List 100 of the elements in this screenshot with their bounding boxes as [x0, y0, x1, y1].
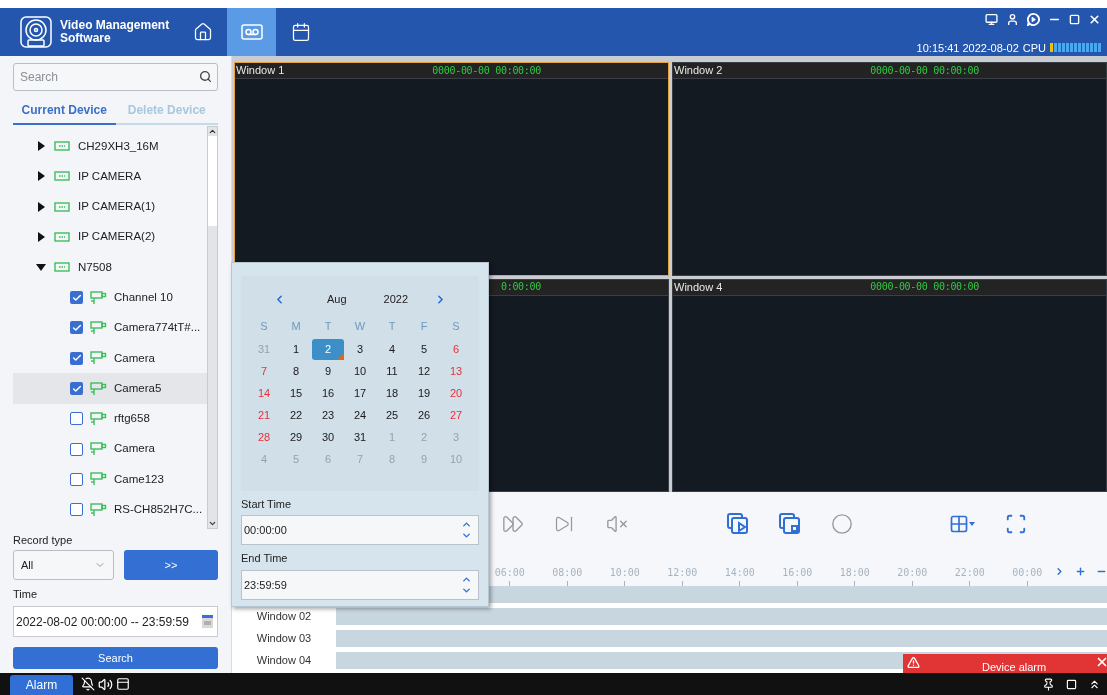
video-window[interactable]: Window 1 0000-00-00 00:00:00 [234, 62, 669, 276]
calendar-day[interactable]: 10 [344, 360, 376, 382]
device-row[interactable]: IP CAMERA(2) [13, 221, 207, 253]
scroll-down-icon[interactable] [208, 519, 217, 528]
calendar-day[interactable]: 2 [312, 338, 344, 360]
calendar-day[interactable]: 18 [376, 382, 408, 404]
timeline-track[interactable] [336, 608, 1107, 625]
channel-row[interactable]: RS-CH852H7C... [13, 494, 207, 525]
calendar-day[interactable]: 30 [312, 426, 344, 448]
calendar-day[interactable]: 23 [312, 404, 344, 426]
checkbox[interactable] [70, 321, 83, 335]
search-button[interactable]: Search [13, 647, 218, 669]
calendar-day[interactable]: 11 [376, 360, 408, 382]
video-window[interactable]: Window 2 0000-00-00 00:00:00 [672, 62, 1107, 276]
collapse-arrow-icon[interactable] [36, 263, 46, 271]
checkbox[interactable] [70, 503, 83, 517]
calendar-day[interactable]: 17 [344, 382, 376, 404]
clip-stop-icon[interactable] [779, 512, 801, 535]
alarm-text: Device alarm [982, 661, 1047, 673]
start-time-field[interactable]: 00:00:00 [241, 515, 479, 545]
camera-icon [90, 290, 107, 305]
device-alarm-popup[interactable]: Device alarm [903, 654, 1107, 673]
calendar-day[interactable]: 16 [312, 382, 344, 404]
calendar-day[interactable]: 12 [408, 360, 440, 382]
calendar-day[interactable]: 1 [280, 338, 312, 360]
window-icon[interactable] [116, 677, 130, 691]
checkbox[interactable] [70, 472, 83, 486]
playback-clip-icon[interactable] [727, 512, 749, 535]
record-type-label: Record type [13, 533, 74, 547]
circle-icon[interactable] [831, 512, 853, 535]
device-row[interactable]: N7508 [13, 252, 207, 283]
maximize-icon[interactable] [1069, 14, 1080, 26]
record-type-dropdown[interactable]: All [13, 550, 114, 580]
year-label[interactable]: 2022 [383, 290, 409, 308]
user-icon[interactable] [1006, 13, 1019, 27]
bell-off-icon[interactable] [81, 677, 95, 691]
search-field[interactable]: Search [13, 63, 218, 91]
expand-arrow-icon[interactable] [36, 141, 46, 152]
channel-row[interactable]: Camera [13, 343, 207, 374]
scroll-up-icon[interactable] [208, 127, 217, 136]
calendar-day[interactable]: 26 [408, 404, 440, 426]
volume-icon[interactable] [98, 676, 113, 692]
channel-row[interactable]: Channel 10 [13, 282, 207, 313]
calendar-day[interactable]: 9 [312, 360, 344, 382]
monitor-icon[interactable] [985, 13, 998, 27]
weekday-label: S [452, 318, 460, 334]
channel-row[interactable]: Camera [13, 433, 207, 465]
restore-icon[interactable] [1066, 678, 1077, 690]
device-row[interactable]: IP CAMERA [13, 161, 207, 192]
channel-row[interactable]: Camera5 [13, 373, 207, 404]
channel-row[interactable]: Camera774tT#... [13, 312, 207, 344]
spinner-icon[interactable] [460, 574, 473, 596]
channel-row[interactable]: Came123 [13, 464, 207, 495]
channel-row[interactable]: rftg658 [13, 403, 207, 434]
calendar-icon[interactable] [202, 615, 213, 628]
month-label[interactable]: Aug [327, 290, 347, 308]
camera-icon [90, 351, 107, 366]
calendar-day[interactable]: 22 [280, 404, 312, 426]
camera-icon [90, 381, 107, 396]
device-tab[interactable]: Current Device [13, 97, 116, 125]
window-title: Window 4 [674, 280, 723, 293]
calendar-day[interactable]: 3 [344, 338, 376, 360]
close-icon[interactable] [1095, 655, 1107, 669]
calendar-day[interactable]: 15 [280, 382, 312, 404]
calendar-day[interactable]: 19 [408, 382, 440, 404]
video-window[interactable]: Window 4 0000-00-00 00:00:00 [672, 278, 1107, 492]
chevron-right-icon[interactable] [1054, 566, 1065, 577]
scrollbar[interactable] [207, 126, 218, 529]
next-button[interactable]: >> [124, 550, 218, 580]
calendar-day[interactable]: 24 [344, 404, 376, 426]
time-range-field[interactable]: 2022-08-02 00:00:00 -- 23:59:59 [13, 606, 218, 637]
calendar-day[interactable]: 25 [376, 404, 408, 426]
device-row[interactable]: IP CAMERA(1) [13, 191, 207, 222]
timeline-track[interactable] [336, 630, 1107, 647]
calendar-day[interactable]: 4 [376, 338, 408, 360]
checkbox[interactable] [70, 412, 83, 426]
expand-arrow-icon[interactable] [36, 232, 46, 243]
zoom-in-icon[interactable] [1075, 566, 1086, 577]
expand-arrow-icon[interactable] [36, 171, 46, 182]
checkbox[interactable] [70, 291, 83, 305]
calendar-day[interactable]: 29 [280, 426, 312, 448]
calendar-day[interactable]: 31 [344, 426, 376, 448]
chat-play-icon[interactable] [1027, 13, 1040, 27]
time-tick-label: 06:00 [494, 567, 525, 579]
layout-grid-icon[interactable] [949, 513, 975, 534]
device-row[interactable]: CH29XH3_16M [13, 131, 207, 162]
search-icon[interactable] [199, 70, 212, 83]
checkbox[interactable] [70, 382, 83, 395]
alarm-button[interactable]: Alarm [10, 675, 73, 695]
close-icon[interactable] [1088, 13, 1101, 27]
spinner-icon[interactable] [460, 519, 473, 541]
calendar-day[interactable]: 8 [280, 360, 312, 382]
pin-icon[interactable] [1042, 677, 1055, 691]
calendar-day[interactable]: 5 [408, 338, 440, 360]
fullscreen-icon[interactable] [1005, 512, 1027, 535]
timeline-row-label: Window 02 [256, 609, 312, 625]
expand-arrow-icon[interactable] [36, 201, 46, 212]
end-time-field[interactable]: 23:59:59 [241, 570, 479, 600]
checkbox[interactable] [70, 351, 83, 365]
checkbox[interactable] [70, 442, 83, 456]
